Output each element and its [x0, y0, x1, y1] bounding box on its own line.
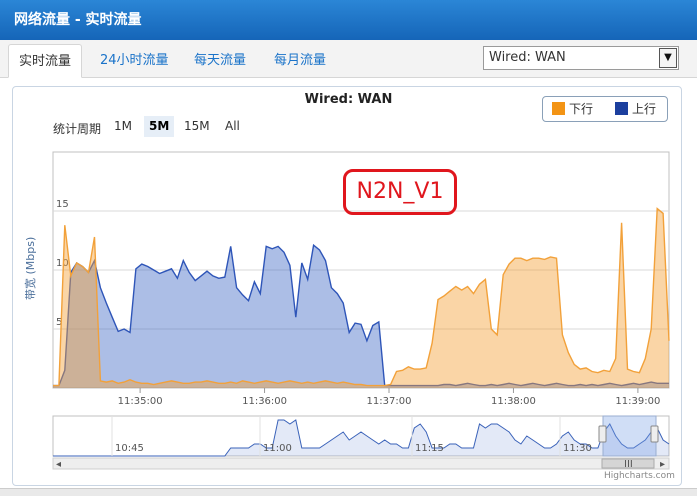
scroll-right-icon[interactable]: ▸	[660, 459, 665, 470]
navigator-tick-label: 11:15	[415, 443, 444, 454]
navigator-handle-right[interactable]	[650, 425, 659, 443]
scrollbar-grip-icon: III	[624, 459, 633, 470]
x-tick-label: 11:37:00	[367, 396, 412, 407]
y-tick-label: 15	[56, 199, 69, 210]
navigator-tick-label: 10:45	[115, 443, 144, 454]
scrollbar-track[interactable]	[52, 457, 670, 470]
x-tick-label: 11:39:00	[615, 396, 660, 407]
navigator-handle-left[interactable]	[598, 425, 607, 443]
overlay-annotation: N2N_V1	[343, 169, 457, 215]
x-tick-label: 11:38:00	[491, 396, 536, 407]
x-tick-label: 11:35:00	[118, 396, 163, 407]
x-tick-label: 11:36:00	[242, 396, 287, 407]
chart-credits[interactable]: Highcharts.com	[604, 471, 675, 481]
chart-svg: 5101511:35:00 11:36:00 11:37:00 11:38:00 11:…	[52, 151, 670, 470]
navigator-tick-label: 11:00	[263, 443, 292, 454]
scroll-left-icon[interactable]: ◂	[56, 459, 61, 470]
navigator-selection	[602, 415, 657, 457]
navigator-tick-label: 11:30	[563, 443, 592, 454]
